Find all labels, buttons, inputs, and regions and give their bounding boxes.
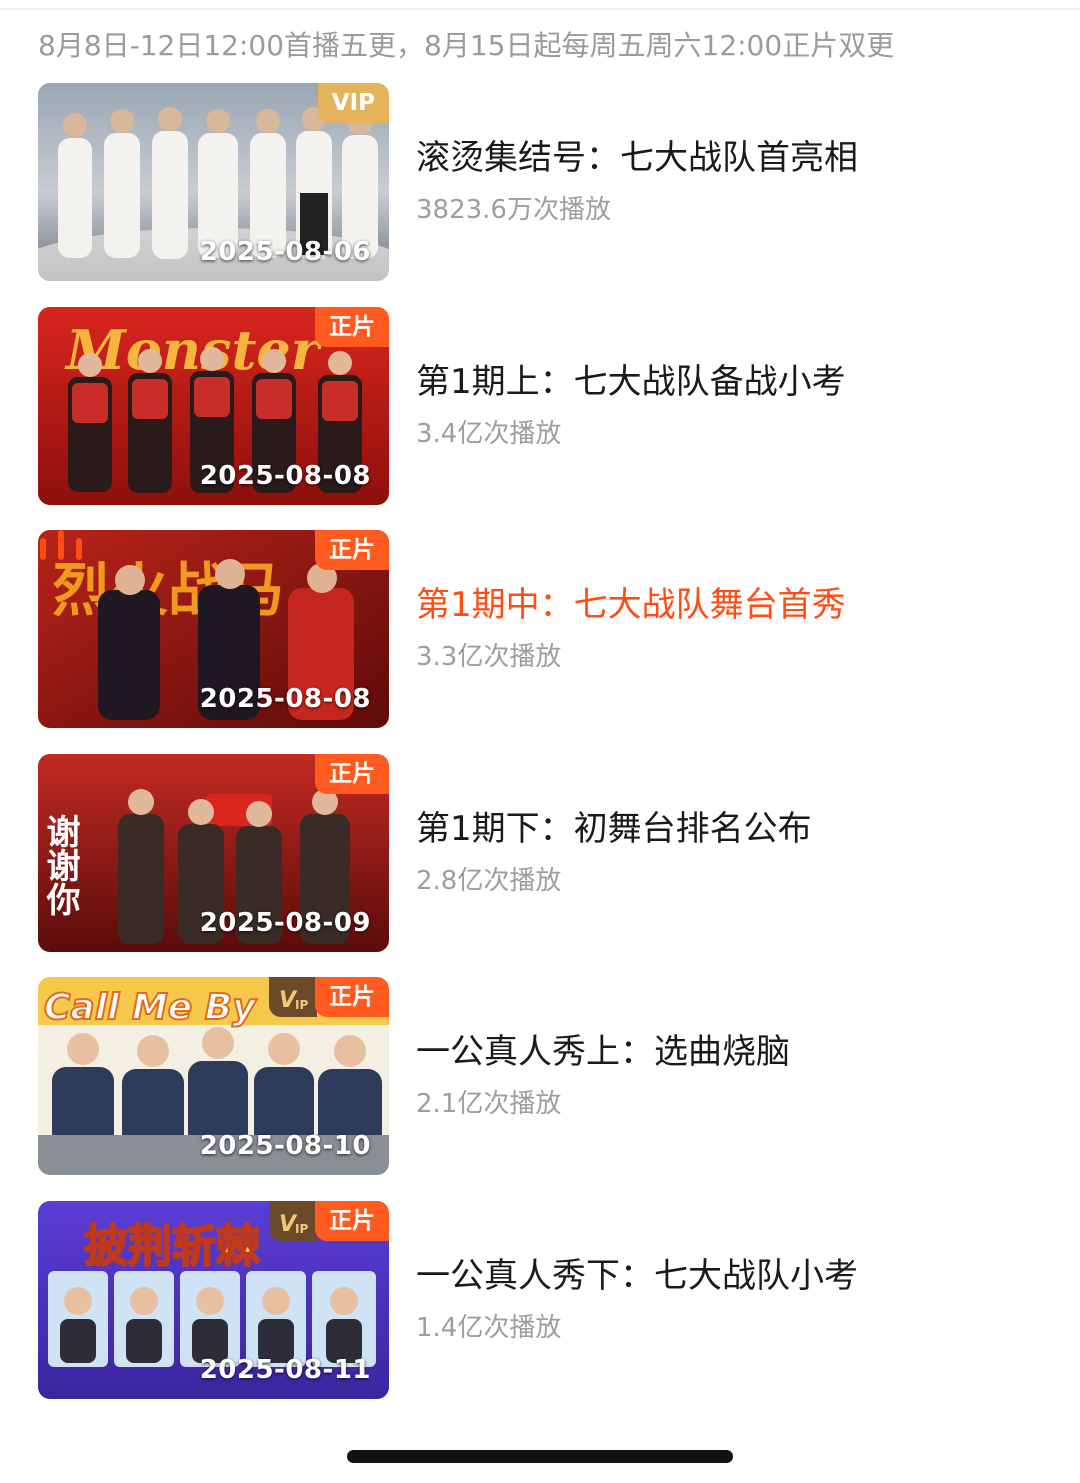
vip-icon: V IP — [269, 1201, 317, 1241]
episode-item[interactable]: Monster 正片 2025-08-08 第1期上：七大战队备战小考 3.4亿… — [38, 307, 1048, 505]
episode-title[interactable]: 第1期上：七大战队备战小考 — [416, 359, 846, 405]
episode-thumbnail[interactable]: 披荆斩棘 V IP 正片 2025-08-11 — [38, 1201, 389, 1399]
zhengpian-badge: 正片 — [315, 977, 389, 1017]
zhengpian-badge: 正片 — [315, 1201, 389, 1241]
thumbnail-date: 2025-08-08 — [199, 684, 371, 714]
play-count: 3.4亿次播放 — [416, 419, 562, 449]
thumbnail-date: 2025-08-11 — [199, 1355, 371, 1385]
play-count: 1.4亿次播放 — [416, 1313, 562, 1343]
thumbnail-overlay-text: Call Me By — [44, 987, 257, 1028]
now-playing-icon — [40, 530, 82, 560]
episode-thumbnail[interactable]: 谢谢你 正片 2025-08-09 — [38, 754, 389, 952]
play-count: 3823.6万次播放 — [416, 195, 611, 225]
play-count: 3.3亿次播放 — [416, 642, 562, 672]
thumbnail-date: 2025-08-06 — [199, 237, 371, 267]
episode-thumbnail[interactable]: 烈火战马 正片 2025-08-08 — [38, 530, 389, 728]
home-indicator[interactable] — [347, 1450, 733, 1463]
episode-item-active[interactable]: 烈火战马 正片 2025-08-08 第1期中：七大战队舞台首秀 3.3亿次播放 — [38, 530, 1048, 728]
thumbnail-date: 2025-08-10 — [199, 1131, 371, 1161]
thumbnail-date: 2025-08-09 — [199, 908, 371, 938]
thumbnail-overlay-text: 披荆斩棘 — [84, 1221, 260, 1272]
episode-item[interactable]: 披荆斩棘 V IP 正片 2025-08-11 一公真人秀下：七大战队小考 1.… — [38, 1201, 1048, 1399]
play-count: 2.1亿次播放 — [416, 1089, 562, 1119]
top-divider — [0, 8, 1080, 10]
schedule-notice: 8月8日-12日12:00首播五更，8月15日起每周五周六12:00正片双更 — [38, 29, 895, 62]
thumbnail-overlay-text: Monster — [64, 318, 323, 382]
episode-item[interactable]: VIP 2025-08-06 滚烫集结号：七大战队首亮相 3823.6万次播放 — [38, 83, 1048, 281]
vip-badge: VIP — [317, 83, 389, 123]
episode-item[interactable]: Call Me By V IP 正片 2025-08-10 一公真人秀上：选曲烧… — [38, 977, 1048, 1175]
episode-item[interactable]: 谢谢你 正片 2025-08-09 第1期下：初舞台排名公布 2.8亿次播放 — [38, 754, 1048, 952]
episode-title[interactable]: 滚烫集结号：七大战队首亮相 — [416, 135, 858, 181]
zhengpian-badge: 正片 — [315, 307, 389, 347]
episode-title[interactable]: 一公真人秀上：选曲烧脑 — [416, 1029, 790, 1075]
thumbnail-date: 2025-08-08 — [199, 461, 371, 491]
zhengpian-badge: 正片 — [315, 754, 389, 794]
vip-icon: V IP — [269, 977, 317, 1017]
play-count: 2.8亿次播放 — [416, 866, 562, 896]
zhengpian-badge: 正片 — [315, 530, 389, 570]
episode-thumbnail[interactable]: VIP 2025-08-06 — [38, 83, 389, 281]
svg-text:IP: IP — [295, 1222, 308, 1236]
episode-title[interactable]: 第1期下：初舞台排名公布 — [416, 806, 812, 852]
episode-thumbnail[interactable]: Monster 正片 2025-08-08 — [38, 307, 389, 505]
episode-thumbnail[interactable]: Call Me By V IP 正片 2025-08-10 — [38, 977, 389, 1175]
thumbnail-overlay-text: 谢谢你 — [40, 814, 81, 916]
episode-title[interactable]: 一公真人秀下：七大战队小考 — [416, 1253, 858, 1299]
episode-title[interactable]: 第1期中：七大战队舞台首秀 — [416, 582, 846, 628]
svg-text:IP: IP — [295, 998, 308, 1012]
